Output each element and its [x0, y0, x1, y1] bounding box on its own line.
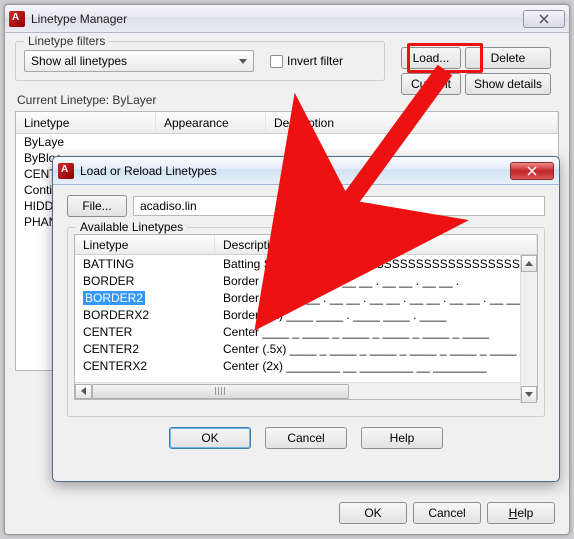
- invert-filter-checkbox[interactable]: Invert filter: [270, 54, 343, 68]
- available-item[interactable]: CENTERX2Center (2x) ________ __ ________…: [75, 357, 537, 374]
- scroll-left-icon[interactable]: [75, 384, 92, 399]
- ok-button[interactable]: OK: [339, 502, 407, 524]
- list-header: Linetype Appearance Description: [16, 112, 558, 134]
- help-button[interactable]: Help: [487, 502, 555, 524]
- dialog-titlebar[interactable]: Load or Reload Linetypes: [53, 157, 559, 185]
- scroll-up-icon[interactable]: [521, 255, 537, 272]
- dialog-close-button[interactable]: [510, 162, 554, 180]
- scroll-thumb[interactable]: [92, 384, 349, 399]
- titlebar[interactable]: Linetype Manager: [5, 5, 569, 33]
- dialog-help-button[interactable]: Help: [361, 427, 443, 449]
- col-appearance[interactable]: Appearance: [156, 112, 266, 133]
- current-linetype-label: Current Linetype: ByLayer: [17, 93, 559, 107]
- filters-label: Linetype filters: [24, 34, 109, 48]
- available-item[interactable]: BORDER2Border (.5x) __ __ . __ __ . __ _…: [75, 289, 537, 306]
- autocad-icon: [58, 163, 74, 179]
- chevron-down-icon: [239, 59, 247, 64]
- dialog-cancel-button[interactable]: Cancel: [265, 427, 347, 449]
- file-button[interactable]: File...: [67, 195, 127, 217]
- available-item[interactable]: BORDERX2Border (2x) ____ ____ . ____ ___…: [75, 306, 537, 323]
- current-button[interactable]: Current: [401, 73, 461, 95]
- checkbox-icon: [270, 55, 283, 68]
- load-linetypes-dialog: Load or Reload Linetypes File... acadiso…: [52, 156, 560, 482]
- delete-button[interactable]: Delete: [465, 47, 551, 69]
- dlg-col-description[interactable]: Description: [215, 235, 537, 254]
- available-item[interactable]: BATTINGBatting SSSSSSSSSSSSSSSSSSSSSSSSS…: [75, 255, 537, 272]
- load-button[interactable]: Load...: [401, 47, 461, 69]
- cancel-button[interactable]: Cancel: [413, 502, 481, 524]
- available-linetypes-group: Available Linetypes Linetype Description…: [67, 227, 545, 417]
- available-item[interactable]: BORDERBorder __ __ . __ __ . __ __ . __ …: [75, 272, 537, 289]
- file-input[interactable]: acadiso.lin: [133, 196, 545, 216]
- filter-dropdown[interactable]: Show all linetypes: [24, 50, 254, 72]
- col-description[interactable]: Description: [266, 112, 558, 133]
- autocad-icon: [9, 11, 25, 27]
- dlg-col-linetype[interactable]: Linetype: [75, 235, 215, 254]
- close-button[interactable]: [523, 10, 565, 28]
- dropdown-value: Show all linetypes: [31, 54, 127, 68]
- vertical-scrollbar[interactable]: [520, 255, 537, 403]
- show-details-button[interactable]: Show details: [465, 73, 551, 95]
- horizontal-scrollbar[interactable]: [75, 382, 537, 399]
- dialog-title: Load or Reload Linetypes: [80, 164, 217, 178]
- dialog-ok-button[interactable]: OK: [169, 427, 251, 449]
- scroll-down-icon[interactable]: [521, 386, 537, 403]
- available-item[interactable]: CENTERCenter ____ _ ____ _ ____ _ ____ _…: [75, 323, 537, 340]
- close-icon: [539, 14, 549, 24]
- col-linetype[interactable]: Linetype: [16, 112, 156, 133]
- window-title: Linetype Manager: [31, 12, 127, 26]
- filters-group: Linetype filters Show all linetypes Inve…: [15, 41, 385, 81]
- available-list[interactable]: Linetype Description BATTINGBatting SSSS…: [74, 234, 538, 400]
- list-item[interactable]: ByLaye: [16, 134, 558, 150]
- available-item[interactable]: CENTER2Center (.5x) ____ _ ____ _ ____ _…: [75, 340, 537, 357]
- invert-filter-label: Invert filter: [287, 54, 343, 68]
- available-label: Available Linetypes: [76, 220, 187, 234]
- close-icon: [527, 166, 537, 176]
